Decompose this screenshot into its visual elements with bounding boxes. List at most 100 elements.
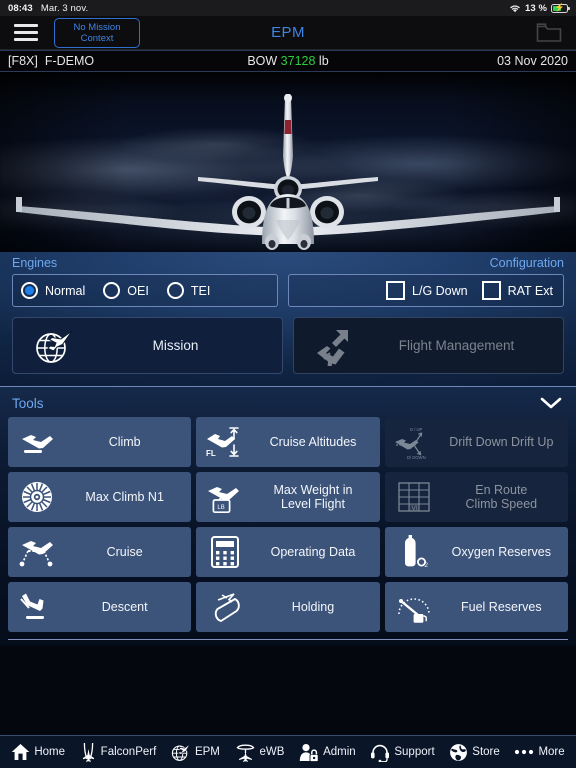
falcon-jet-illustration <box>0 94 576 252</box>
tool-operating-data-label: Operating Data <box>270 545 356 559</box>
config-option-rat-ext[interactable]: RAT Ext <box>481 281 553 300</box>
ios-status-bar: 08:43 Mar. 3 nov. 13 % ⚡ <box>0 0 576 16</box>
folder-icon[interactable] <box>536 22 562 43</box>
tab-support-label: Support <box>394 746 435 758</box>
engine-option-normal-label: Normal <box>45 283 86 298</box>
tool-oxygen-reserves[interactable]: 2 Oxygen Reserves <box>384 527 568 577</box>
engines-title: Engines <box>12 256 58 270</box>
flight-level-arrows-icon: FL <box>204 423 246 461</box>
radio-oei-icon[interactable] <box>103 282 121 299</box>
status-right-group: 13 % ⚡ <box>509 2 570 14</box>
plane-climb-icon <box>16 423 58 461</box>
tool-cruise-label: Cruise <box>106 545 143 559</box>
epm-app-screen: 08:43 Mar. 3 nov. 13 % ⚡ No Mission Cont… <box>0 0 576 768</box>
holding-pattern-icon <box>204 588 246 626</box>
bow-label: BOW <box>247 54 278 68</box>
tab-home[interactable]: Home <box>11 743 65 761</box>
status-date: Mar. 3 nov. <box>40 2 89 14</box>
tab-admin-label: Admin <box>323 746 356 758</box>
tool-en-route-climb-speed-label: En Route Climb Speed <box>465 483 538 511</box>
checkbox-lg-down-icon[interactable] <box>386 281 406 300</box>
grid-table-vi-icon: VI <box>393 478 435 516</box>
tool-holding-label: Holding <box>291 600 335 614</box>
status-time: 08:43 <box>8 2 33 14</box>
tab-home-label: Home <box>34 746 66 758</box>
tool-operating-data[interactable]: Operating Data <box>196 527 380 577</box>
primary-buttons-row: Mission Flight Management <box>0 315 576 386</box>
tab-store-label: Store <box>472 746 500 758</box>
mission-context-label: No Mission Context <box>73 21 121 44</box>
radio-normal-icon[interactable] <box>21 282 38 299</box>
tool-max-climb-n1-label: Max Climb N1 <box>85 490 164 504</box>
config-option-lg-down-label: L/G Down <box>412 283 468 298</box>
user-lock-icon <box>299 743 319 762</box>
hamburger-menu-icon[interactable] <box>14 24 38 41</box>
tool-max-climb-n1[interactable]: Max Climb N1 <box>8 472 192 522</box>
headset-icon <box>370 743 390 762</box>
svg-text:D / UP: D / UP <box>410 427 423 432</box>
tab-admin[interactable]: Admin <box>299 743 356 762</box>
tools-grid: Climb FL Cruise Altitudes D / UP D/ DOWN… <box>0 417 576 632</box>
engine-option-oei-label: OEI <box>127 283 149 298</box>
radio-tei-icon[interactable] <box>166 282 184 299</box>
chevron-down-icon[interactable] <box>538 395 564 411</box>
app-header-bar: No Mission Context EPM <box>0 16 576 50</box>
drift-down-drift-up-icon: D / UP D/ DOWN <box>393 423 435 461</box>
tab-store[interactable]: Store <box>449 743 500 762</box>
cruise-profile-icon <box>16 533 58 571</box>
tool-drift-down-drift-up[interactable]: D / UP D/ DOWN Drift Down Drift Up <box>384 417 568 467</box>
tools-title: Tools <box>12 395 44 411</box>
flight-management-button[interactable]: Flight Management <box>293 317 564 374</box>
tab-ewb-label: eWB <box>259 746 285 758</box>
tool-descent-label: Descent <box>101 600 148 614</box>
engine-option-tei[interactable]: TEI <box>166 282 218 299</box>
options-row: Normal OEI TEI L/G Down RAT Ext <box>0 272 576 315</box>
tools-divider <box>8 639 568 640</box>
config-option-lg-down[interactable]: L/G Down <box>386 281 468 300</box>
battery-percent: 13 % <box>524 2 547 14</box>
mission-button[interactable]: Mission <box>12 317 283 374</box>
tab-ewb[interactable]: eWB <box>235 743 285 762</box>
aircraft-info-bar: [F8X] F-DEMO BOW 37128 lb 03 Nov 2020 <box>0 50 576 72</box>
mission-button-label: Mission <box>152 338 199 353</box>
svg-text:VI: VI <box>411 505 417 512</box>
tab-more[interactable]: More <box>514 746 565 758</box>
aircraft-hero-image <box>0 72 576 252</box>
tool-cruise-altitudes-label: Cruise Altitudes <box>269 435 357 449</box>
engine-option-normal[interactable]: Normal <box>21 282 93 299</box>
turbine-fan-icon <box>16 478 58 516</box>
tool-en-route-climb-speed[interactable]: VI En Route Climb Speed <box>384 472 568 522</box>
engines-option-group: Normal OEI TEI <box>12 274 278 307</box>
tool-climb[interactable]: Climb <box>8 417 192 467</box>
tool-cruise[interactable]: Cruise <box>8 527 192 577</box>
configuration-option-group: L/G Down RAT Ext <box>288 274 564 307</box>
tool-holding[interactable]: Holding <box>196 582 380 632</box>
tool-max-weight-level-flight[interactable]: LB Max Weight in Level Flight <box>196 472 380 522</box>
mission-context-button[interactable]: No Mission Context <box>54 17 140 48</box>
tools-section: Tools Climb FL Cruise Altitudes D / UP D… <box>0 386 576 646</box>
tool-climb-label: Climb <box>108 435 141 449</box>
globe-icon <box>449 743 468 762</box>
svg-text:LB: LB <box>218 505 225 511</box>
engine-option-oei[interactable]: OEI <box>103 282 157 299</box>
tool-fuel-reserves[interactable]: Fuel Reserves <box>384 582 568 632</box>
tab-epm-label: EPM <box>194 746 220 758</box>
tools-header: Tools <box>0 387 576 417</box>
tool-fuel-reserves-label: Fuel Reserves <box>461 600 542 614</box>
tab-falconperf-label: FalconPerf <box>100 746 157 758</box>
engine-option-tei-label: TEI <box>190 283 211 298</box>
plane-takeoff-arrow-icon <box>312 326 356 366</box>
tool-oxygen-reserves-label: Oxygen Reserves <box>451 545 551 559</box>
svg-text:2: 2 <box>424 562 428 569</box>
tab-epm[interactable]: EPM <box>171 743 220 762</box>
tab-falconperf[interactable]: FalconPerf <box>80 742 157 762</box>
tool-cruise-altitudes[interactable]: FL Cruise Altitudes <box>196 417 380 467</box>
checkbox-rat-ext-icon[interactable] <box>481 281 501 300</box>
tab-support[interactable]: Support <box>370 743 435 762</box>
globe-plane-icon <box>31 326 75 366</box>
options-section-heads: Engines Configuration <box>0 252 576 272</box>
tool-descent[interactable]: Descent <box>8 582 192 632</box>
oxygen-bottle-icon: 2 <box>393 533 435 571</box>
fuel-gauge-icon <box>393 588 435 626</box>
bow-value: 37128 <box>280 54 316 68</box>
